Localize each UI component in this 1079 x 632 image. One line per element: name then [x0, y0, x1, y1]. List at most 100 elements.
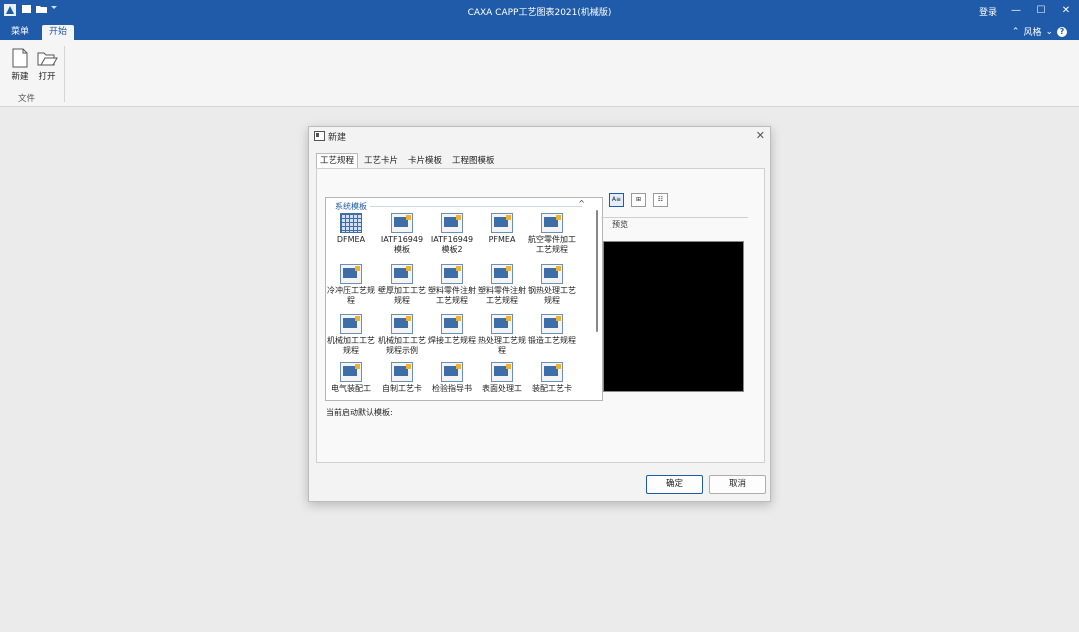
template-item[interactable]: PFMEA	[477, 213, 527, 245]
maximize-button[interactable]: ☐	[1030, 3, 1052, 19]
template-icon	[441, 314, 463, 334]
preview-canvas	[603, 241, 744, 392]
tab-process-plan[interactable]: 工艺规程	[316, 153, 359, 169]
new-button[interactable]: 新建	[7, 48, 33, 82]
template-icon	[340, 314, 362, 334]
template-item[interactable]: 电气装配工	[326, 362, 376, 394]
template-item-label: 焊接工艺规程	[428, 336, 476, 345]
template-icon	[491, 314, 513, 334]
collapse-ribbon-icon[interactable]: ⌃	[1012, 27, 1020, 37]
template-item-label: DFMEA	[336, 235, 366, 244]
template-item-label: 塑料零件注射工艺规程	[478, 286, 526, 305]
template-item-label: 热处理工艺规程	[478, 336, 526, 355]
template-item[interactable]: 焊接工艺规程	[427, 314, 477, 346]
new-document-dialog: 新建 ✕ 工艺规程 工艺卡片 卡片模板 工程图模板 系统模板 ^ DFMEA IA…	[308, 126, 771, 502]
template-item-label: 钢热处理工艺规程	[528, 286, 576, 305]
dialog-title: 新建	[328, 133, 347, 143]
template-item-label: 壁厚加工工艺规程	[378, 286, 426, 305]
template-item[interactable]: 锻造工艺规程	[527, 314, 577, 346]
open-button-label: 打开	[38, 72, 56, 82]
template-list-scrollbar[interactable]	[596, 210, 598, 332]
template-item-label: 检验指导书	[432, 384, 472, 393]
chevron-down-icon: ⌄	[1045, 26, 1053, 37]
dialog-close-icon[interactable]: ✕	[756, 129, 765, 142]
preview-label: 预览	[612, 220, 628, 229]
list-view-icon[interactable]: ☷	[653, 193, 668, 207]
template-item[interactable]: 航空零件加工工艺规程	[527, 213, 577, 255]
collapse-group-icon[interactable]: ^	[578, 199, 585, 208]
app-title: CAXA CAPP工艺图表2021(机械版)	[467, 8, 612, 18]
template-icon	[391, 314, 413, 334]
template-icon	[491, 264, 513, 284]
template-icon	[541, 314, 563, 334]
template-item[interactable]: 表面处理工	[477, 362, 527, 394]
dialog-title-bar[interactable]: 新建 ✕	[309, 127, 770, 145]
template-item[interactable]: 机械加工工艺规程	[326, 314, 376, 356]
template-item[interactable]: 冷冲压工艺规程	[326, 264, 376, 306]
template-icon	[491, 362, 513, 382]
group-divider	[370, 206, 582, 207]
template-group-header[interactable]: 系统模板	[335, 201, 367, 212]
tab-drawing-template[interactable]: 工程图模板	[448, 153, 499, 169]
template-item-label: 表面处理工	[482, 384, 522, 393]
new-file-icon	[9, 48, 31, 68]
template-item-label: IATF16949模板2	[430, 235, 474, 254]
template-item-label: 机械加工工艺规程示例	[378, 336, 426, 355]
large-icon-view-icon[interactable]: A≡	[609, 193, 624, 207]
template-icon	[541, 264, 563, 284]
tab-process-card[interactable]: 工艺卡片	[360, 153, 402, 169]
template-item[interactable]: 自制工艺卡	[377, 362, 427, 394]
open-button[interactable]: 打开	[34, 48, 60, 82]
small-icon-view-icon[interactable]: ⊞	[631, 193, 646, 207]
tab-menu[interactable]: 菜单	[4, 25, 36, 40]
minimize-button[interactable]: —	[1005, 3, 1027, 19]
template-item[interactable]: 壁厚加工工艺规程	[377, 264, 427, 306]
ok-button[interactable]: 确定	[646, 475, 703, 494]
template-item[interactable]: 检验指导书	[427, 362, 477, 394]
template-item-label: PFMEA	[488, 235, 516, 244]
ribbon-panel: 新建 打开 文件	[0, 40, 1079, 107]
style-menu[interactable]: ⌃ 风格 ⌄ ?	[1012, 25, 1067, 38]
template-item-label: 自制工艺卡	[382, 384, 422, 393]
ribbon-tab-bar: 菜单 开始 ⌃ 风格 ⌄ ?	[0, 22, 1079, 40]
template-icon	[391, 264, 413, 284]
template-item-label: 装配工艺卡	[532, 384, 572, 393]
template-icon	[541, 362, 563, 382]
help-icon[interactable]: ?	[1057, 26, 1067, 37]
default-template-status: 当前启动默认模板:	[326, 408, 393, 417]
template-item-label: 塑料零件注射工艺规程	[428, 286, 476, 305]
template-item-label: 机械加工工艺规程	[327, 336, 375, 355]
template-item[interactable]: 塑料零件注射工艺规程	[477, 264, 527, 306]
ribbon-group-file-label: 文件	[18, 94, 36, 104]
template-list[interactable]: 系统模板 ^ DFMEA IATF16949模板 IATF16949模板2 PFMEA…	[325, 197, 603, 401]
template-icon	[340, 264, 362, 284]
template-item[interactable]: DFMEA	[326, 213, 376, 245]
template-item[interactable]: IATF16949模板2	[427, 213, 477, 255]
template-icon	[441, 362, 463, 382]
new-button-label: 新建	[11, 72, 29, 82]
template-icon	[541, 213, 563, 233]
template-icon	[441, 213, 463, 233]
template-icon	[391, 213, 413, 233]
template-item[interactable]: 钢热处理工艺规程	[527, 264, 577, 306]
tab-start[interactable]: 开始	[42, 25, 75, 40]
template-item-label: 航空零件加工工艺规程	[528, 235, 576, 254]
template-item-label: 锻造工艺规程	[528, 336, 576, 345]
view-mode-buttons: A≡ ⊞ ☷	[609, 193, 668, 207]
dialog-tabs: 工艺规程 工艺卡片 卡片模板 工程图模板	[316, 153, 501, 169]
grid-template-icon	[340, 213, 362, 233]
close-button[interactable]: ✕	[1055, 3, 1077, 19]
template-item[interactable]: IATF16949模板	[377, 213, 427, 255]
tab-card-template[interactable]: 卡片模板	[404, 153, 446, 169]
template-item-label: 冷冲压工艺规程	[327, 286, 375, 305]
cancel-button[interactable]: 取消	[709, 475, 766, 494]
title-bar: CAXA CAPP工艺图表2021(机械版) 登录 — ☐ ✕	[0, 0, 1079, 22]
style-menu-label: 风格	[1023, 28, 1042, 38]
ribbon-group-separator	[64, 46, 65, 102]
template-item[interactable]: 塑料零件注射工艺规程	[427, 264, 477, 306]
template-item[interactable]: 装配工艺卡	[527, 362, 577, 394]
template-item-label: IATF16949模板	[380, 235, 424, 254]
login-link[interactable]: 登录	[979, 5, 997, 18]
template-item[interactable]: 机械加工工艺规程示例	[377, 314, 427, 356]
template-item[interactable]: 热处理工艺规程	[477, 314, 527, 356]
